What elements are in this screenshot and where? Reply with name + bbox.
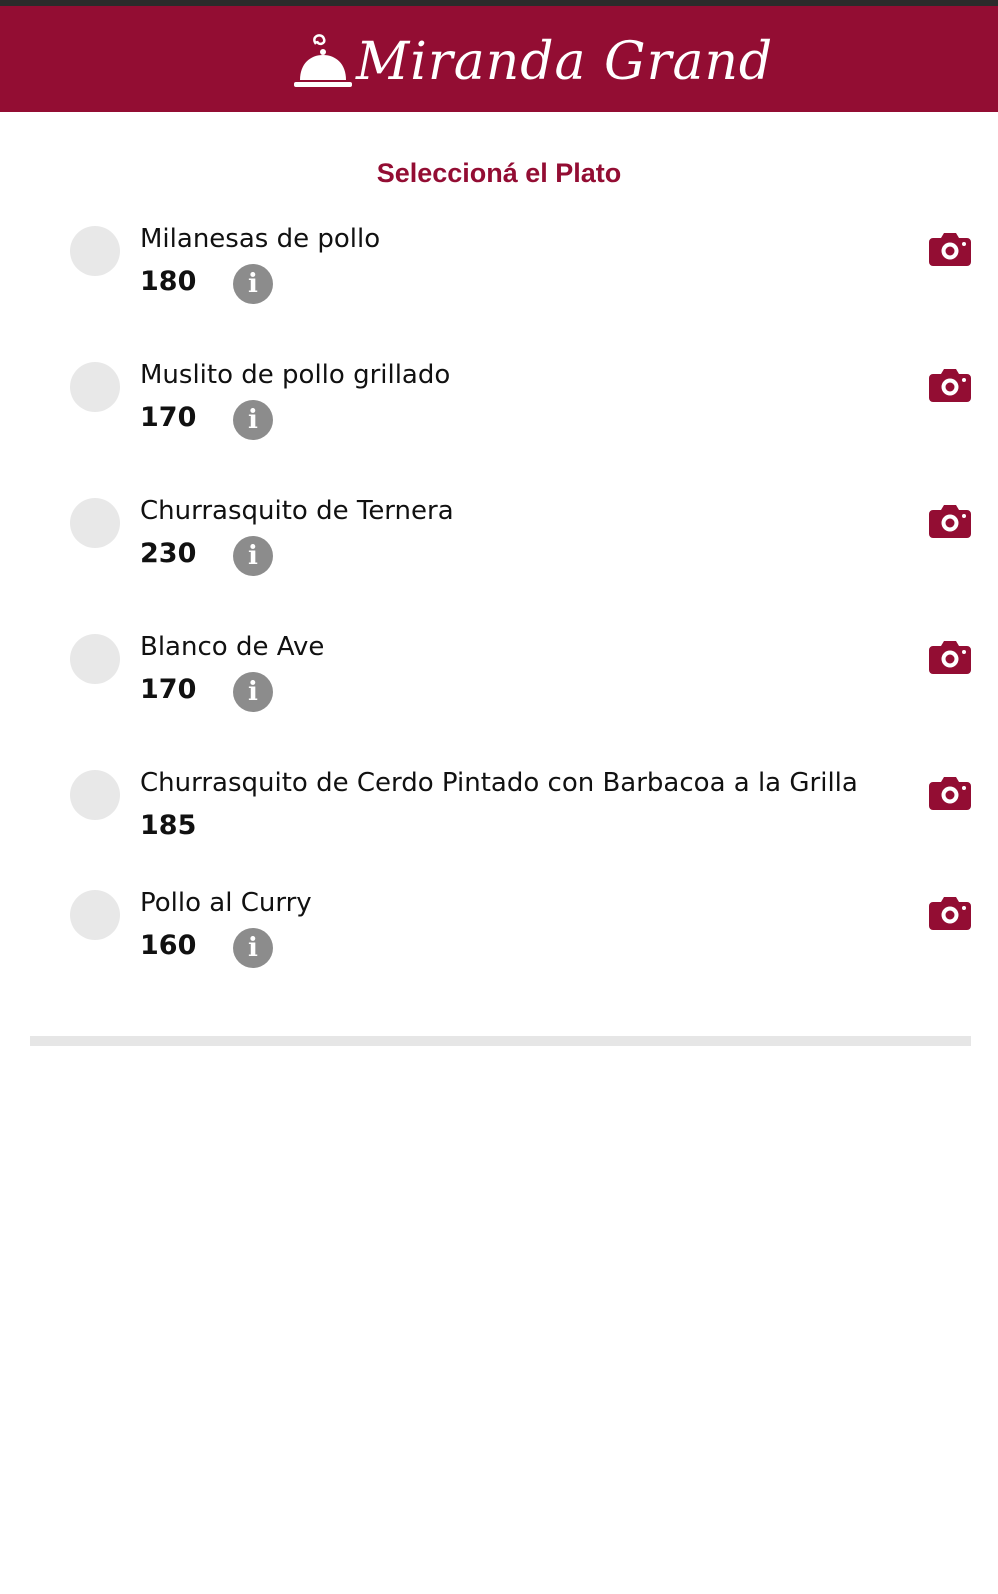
dish-radio[interactable] xyxy=(70,890,120,940)
dish-name: Churrasquito de Ternera xyxy=(140,496,454,526)
dish-radio[interactable] xyxy=(70,226,120,276)
dish-name: Pollo al Curry xyxy=(140,888,312,918)
dish-price: 170 xyxy=(140,674,197,705)
dish-price: 170 xyxy=(140,402,197,433)
info-icon[interactable]: i xyxy=(233,672,273,712)
dish-radio[interactable] xyxy=(70,770,120,820)
dish-radio[interactable] xyxy=(70,362,120,412)
dish-item[interactable]: Churrasquito de Cerdo Pintado con Barbac… xyxy=(0,762,998,872)
dish-radio[interactable] xyxy=(70,498,120,548)
camera-icon[interactable] xyxy=(929,502,971,538)
cloche-icon xyxy=(294,34,352,87)
dish-name: Muslito de pollo grillado xyxy=(140,360,451,390)
dish-item[interactable]: Blanco de Ave 170 i xyxy=(0,626,998,736)
dish-item[interactable]: Muslito de pollo grillado 170 i xyxy=(0,354,998,464)
dish-item[interactable]: Churrasquito de Ternera 230 i xyxy=(0,490,998,600)
dish-price: 230 xyxy=(140,538,197,569)
logo: Miranda Grand xyxy=(292,22,772,102)
dish-price: 180 xyxy=(140,266,197,297)
page-title: Seleccioná el Plato xyxy=(376,158,622,188)
info-icon[interactable]: i xyxy=(233,536,273,576)
dish-price: 185 xyxy=(140,810,197,841)
header: Miranda Grand xyxy=(0,6,998,112)
dish-name: Churrasquito de Cerdo Pintado con Barbac… xyxy=(140,768,858,798)
camera-icon[interactable] xyxy=(929,366,971,402)
camera-icon[interactable] xyxy=(929,230,971,266)
dish-item[interactable]: Pollo al Curry 160 i xyxy=(0,882,998,992)
dish-price: 160 xyxy=(140,930,197,961)
dish-item[interactable]: Milanesas de pollo 180 i xyxy=(0,218,998,328)
info-icon[interactable]: i xyxy=(233,928,273,968)
info-icon[interactable]: i xyxy=(233,264,273,304)
camera-icon[interactable] xyxy=(929,638,971,674)
dish-name: Milanesas de pollo xyxy=(140,224,381,254)
camera-icon[interactable] xyxy=(929,894,971,930)
divider xyxy=(30,1036,971,1046)
dish-radio[interactable] xyxy=(70,634,120,684)
camera-icon[interactable] xyxy=(929,774,971,810)
brand-name: Miranda Grand xyxy=(356,32,774,92)
dish-name: Blanco de Ave xyxy=(140,632,325,662)
info-icon[interactable]: i xyxy=(233,400,273,440)
